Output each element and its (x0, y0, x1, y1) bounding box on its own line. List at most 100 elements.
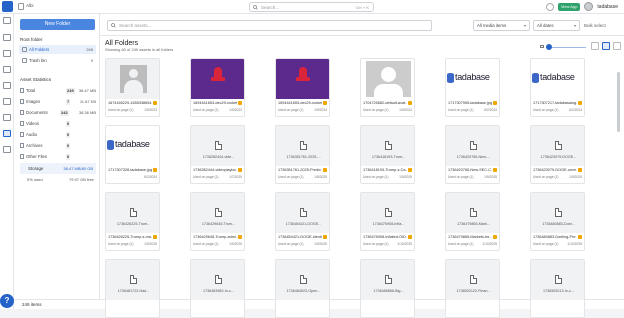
asset-card[interactable]: 1736502122-Finan... (445, 259, 500, 318)
asset-card[interactable]: 1694441653-dec29-rocket Used on page (1) 1… (275, 58, 330, 117)
asset-usage[interactable]: Used on page (1) (193, 175, 218, 179)
asset-card[interactable]: 1704725682-default-avat... Used on page (… (360, 58, 415, 117)
thumbnail-filename: 1736429645-Trum... (201, 222, 236, 226)
folder-trash[interactable]: Trash bin 0 (19, 56, 96, 65)
thumbnail-filename: 1736420765-New-... (456, 155, 491, 159)
asset-thumbnail: 1736481723-Had... (106, 260, 159, 300)
global-search-input[interactable]: Search... Ctrl + K (249, 2, 374, 12)
storage-value: 38.47 MB/80 GB (63, 166, 93, 171)
asset-card[interactable]: 1736483982-In-c... (190, 259, 245, 318)
asset-search-placeholder: Search assets... (119, 23, 152, 28)
date-select[interactable]: All dates ▾ (533, 20, 580, 31)
view-app-button[interactable]: View App (557, 2, 581, 11)
asset-usage[interactable]: Used on page (1) (278, 108, 303, 112)
theme-toggle-icon[interactable] (545, 2, 554, 11)
slider-handle[interactable] (546, 44, 552, 50)
large-image-icon[interactable] (591, 42, 599, 50)
folder-count: 0 (90, 58, 93, 63)
stat-videos[interactable]: Videos 0 (20, 119, 96, 128)
help-button[interactable]: ? (0, 294, 14, 308)
bulk-select-button[interactable]: Bulk select (584, 20, 606, 31)
asset-usage[interactable]: Used on page (1) (193, 108, 218, 112)
media-type-select[interactable]: All media items ▾ (473, 20, 530, 31)
folder-all[interactable]: All Folders 249 (19, 45, 96, 54)
asset-usage[interactable]: Used on page (1) (533, 242, 558, 246)
asset-usage[interactable]: Used on page (1) (448, 108, 473, 112)
asset-thumbnail: 1736480883-Duel... (531, 193, 584, 233)
stat-total[interactable]: Total 249 38.47 MB (20, 86, 96, 95)
asset-usage[interactable]: Used on page (1) (448, 175, 473, 179)
asset-card[interactable]: 1736282444-vide... 1736282444-videoplayba… (190, 125, 245, 184)
thumbnail-size-slider[interactable] (540, 44, 590, 50)
asset-card[interactable]: 1736505213-In-c... (530, 259, 585, 318)
asset-card[interactable]: 1736484523-Open... (275, 259, 330, 318)
asset-card[interactable]: 1736423079-DOGE... 1736423079-DOGE-unve..… (530, 125, 585, 184)
grid-view-button[interactable] (602, 42, 610, 50)
dashboard-icon[interactable] (3, 17, 11, 24)
asset-card[interactable]: 1736480883-Duel... 1736480883-Dueling-Pre… (530, 192, 585, 251)
asset-card[interactable]: 1674165229-1655338654... Used on page (1)… (105, 58, 160, 117)
asset-thumbnail: 1736423079-DOGE... (531, 126, 584, 166)
asset-usage[interactable]: Used on page (1) (363, 175, 388, 179)
asset-usage[interactable]: Used on page (1) (363, 108, 388, 112)
asset-card[interactable]: tadabase 1717307217-tadabasalog... Used on… (530, 58, 585, 117)
asset-card[interactable]: 1736481723-Had... (105, 259, 160, 318)
asset-usage[interactable]: Used on page (1) (533, 108, 558, 112)
asset-date: 1/9/2025 (144, 242, 157, 246)
asset-card[interactable]: tadabase 1717307955-tadabase.jpg Used on p… (445, 58, 500, 117)
asset-card[interactable]: 1736418193-Trum... 1736418193-Trump-s-Ca.… (360, 125, 415, 184)
avatar[interactable] (584, 2, 594, 11)
asset-usage[interactable]: Used on page (1) (533, 175, 558, 179)
asset-name: 1736423079-DOGE-unve... (533, 168, 577, 172)
users-icon[interactable] (3, 82, 11, 89)
settings-icon[interactable] (3, 146, 11, 153)
stat-count: 0 (66, 131, 71, 138)
file-icon (300, 208, 307, 217)
asset-card[interactable]: 1694441653-dec29-rocket Used on page (1) 1… (190, 58, 245, 117)
asset-name: 1736480883-Dueling-Pre... (533, 235, 577, 239)
stat-label: Images (26, 99, 41, 104)
asset-card[interactable]: 1736486866-Big... (360, 259, 415, 318)
thumbnail-filename: 1736351761-2025-... (286, 155, 321, 159)
file-icon (130, 208, 137, 217)
asset-usage[interactable]: Used on page (1) (448, 242, 473, 246)
asset-usage[interactable]: Used on page (1) (363, 242, 388, 246)
stat-images[interactable]: Images 7 11.67 KB (20, 97, 96, 106)
list-view-button[interactable] (613, 42, 621, 50)
asset-card[interactable]: 1736351761-2025-... 1736351761-2025-Predi… (275, 125, 330, 184)
stat-archives[interactable]: Archives 0 (20, 141, 96, 150)
data-icon[interactable] (3, 66, 11, 73)
stat-audio[interactable]: Audio 0 (20, 130, 96, 139)
top-bar: Albi Search... Ctrl + K View App tadabas… (0, 0, 624, 14)
asset-usage[interactable]: Used on page (1) (278, 175, 303, 179)
scrollbar[interactable] (617, 72, 620, 132)
asset-card[interactable]: 1736479865-Mark... 1736479865-Markets-be.… (445, 192, 500, 251)
asset-card[interactable]: 1736454421-DOGE... 1736454421-DOGE-identi… (275, 192, 330, 251)
app-logo-icon[interactable] (2, 1, 13, 12)
asset-date: 1/10/2025 (567, 242, 582, 246)
asset-usage[interactable]: Used on page (1) (278, 242, 303, 246)
asset-usage[interactable]: Used on page (1) (108, 242, 133, 246)
username[interactable]: tadabase (597, 4, 618, 10)
stat-documents[interactable]: Documents 242 38.36 MB (20, 108, 96, 117)
asset-search-input[interactable]: Search assets... (107, 20, 432, 31)
media-icon[interactable] (3, 130, 11, 137)
asset-date: 6/2/2024 (569, 108, 582, 112)
asset-thumbnail (276, 59, 329, 99)
asset-usage[interactable]: Used on page (1) (108, 108, 133, 112)
new-folder-button[interactable]: New Folder (20, 19, 95, 30)
pages-icon[interactable] (3, 34, 11, 41)
analytics-icon[interactable] (3, 114, 11, 121)
asset-name: 1736351761-2025-Predic... (278, 168, 322, 172)
asset-date: 1/9/2025 (484, 175, 497, 179)
forms-icon[interactable] (3, 98, 11, 105)
stat-other[interactable]: Other Files 0 (20, 152, 96, 161)
asset-card[interactable]: 1736429645-Trum... 1736429645-Trump-admi.… (190, 192, 245, 251)
asset-card[interactable]: 1736475908-Infla... 1736475908-Inflated-O… (360, 192, 415, 251)
asset-card[interactable]: 1736426225-Trum... 1736426225-Trump-s-ma.… (105, 192, 160, 251)
asset-card[interactable]: 1736420765-New-... 1736420765-New-SEC-C..… (445, 125, 500, 184)
asset-date: 6/2/2024 (144, 175, 157, 179)
asset-card[interactable]: tadabase 1717307328-tadabase.jpg 6/2/2024 (105, 125, 160, 184)
builder-icon[interactable] (3, 50, 11, 57)
asset-usage[interactable]: Used on page (1) (193, 242, 218, 246)
